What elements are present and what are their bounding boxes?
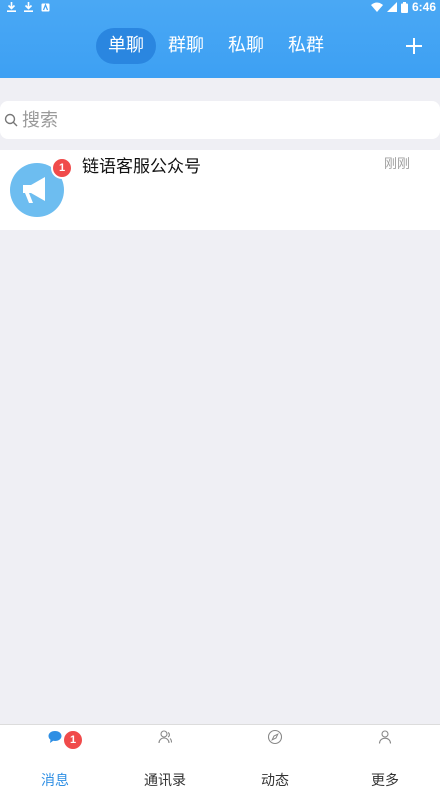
download-icon: [24, 2, 33, 12]
tab-group-chat[interactable]: 群聊: [156, 28, 216, 64]
status-bar-notifications: [7, 0, 50, 14]
nav-label-messages: 消息: [41, 773, 69, 788]
chat-type-tabs: 单聊 群聊 私聊 私群: [96, 28, 336, 64]
tab-private-group[interactable]: 私群: [276, 28, 336, 64]
nav-item-moments[interactable]: 动态: [220, 725, 330, 788]
search-bar[interactable]: [0, 101, 440, 139]
status-bar: 6:46: [0, 0, 440, 14]
compass-icon: [267, 729, 283, 745]
header-bar: 6:46 单聊 群聊 私聊 私群: [0, 0, 440, 78]
download-icon: [7, 2, 16, 12]
status-bar-system: 6:46: [370, 0, 436, 14]
chat-bubble-icon: [48, 731, 62, 743]
app-notification-icon: [41, 2, 50, 11]
plus-icon[interactable]: [402, 34, 426, 58]
unread-badge: 1: [51, 157, 73, 179]
clock: 6:46: [411, 0, 436, 14]
messages-unread-badge: 1: [62, 729, 84, 751]
conversation-time: 刚刚: [383, 157, 410, 172]
tab-private-chat[interactable]: 私聊: [216, 28, 276, 64]
nav-item-messages[interactable]: 消息: [0, 725, 110, 788]
nav-label-moments: 动态: [261, 773, 289, 788]
person-icon: [378, 730, 392, 744]
nav-label-contacts: 通讯录: [144, 773, 186, 788]
nav-item-more[interactable]: 更多: [330, 725, 440, 788]
search-input[interactable]: [22, 109, 402, 131]
search-icon: [4, 113, 18, 127]
tab-single-chat[interactable]: 单聊: [96, 28, 156, 64]
nav-item-contacts[interactable]: 通讯录: [110, 725, 220, 788]
megaphone-icon: [23, 177, 45, 203]
contacts-icon: [158, 730, 173, 744]
wifi-icon: [370, 2, 383, 12]
battery-icon: [400, 1, 408, 13]
conversation-name: 链语客服公众号: [82, 157, 201, 177]
signal-icon: [386, 2, 397, 12]
nav-label-more: 更多: [371, 773, 399, 788]
